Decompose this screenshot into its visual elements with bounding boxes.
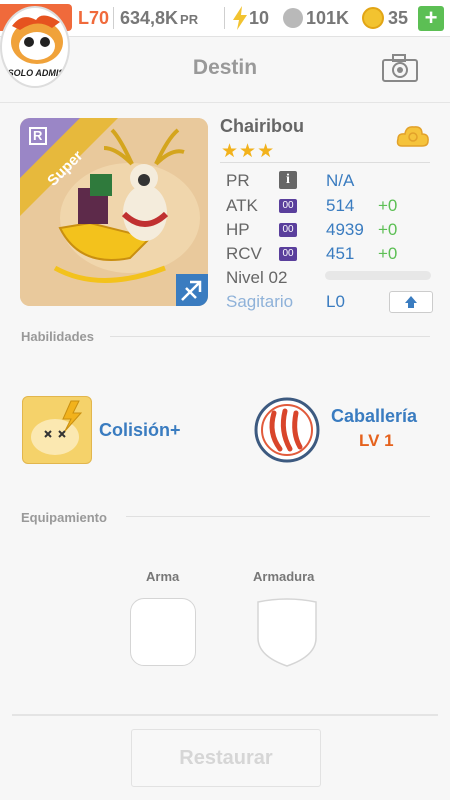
- hp-badge: 00: [279, 223, 297, 237]
- power-unit: PR: [180, 12, 199, 27]
- divider: [110, 336, 430, 337]
- paw-icon: [283, 8, 303, 28]
- atk-value: 514: [326, 196, 355, 215]
- coin-icon: [362, 7, 384, 29]
- divider: [12, 714, 438, 716]
- leader-skill-name[interactable]: Caballería: [331, 406, 417, 427]
- atk-badge: 00: [279, 199, 297, 213]
- pr-value: N/A: [326, 171, 355, 190]
- zodiac-level: L0: [326, 292, 345, 311]
- hp-label: HP: [226, 220, 250, 239]
- leader-skill-level: LV 1: [359, 431, 394, 450]
- paw-count: 101K: [306, 8, 350, 28]
- hp-value: 4939: [326, 220, 364, 239]
- active-skill-icon[interactable]: [22, 396, 92, 464]
- energy-count: 10: [249, 8, 270, 28]
- weapon-label: Arma: [146, 569, 180, 584]
- active-skill-name[interactable]: Colisión+: [99, 420, 181, 441]
- hp-bonus: +0: [378, 220, 398, 239]
- star-rating: ★★★: [221, 141, 276, 162]
- atk-bonus: +0: [378, 196, 398, 215]
- zodiac-label[interactable]: Sagitario: [226, 292, 293, 312]
- atk-label: ATK: [226, 196, 258, 215]
- player-level: L70: [78, 8, 110, 28]
- claw-icon[interactable]: [254, 397, 320, 463]
- pet-artwork: [20, 118, 208, 306]
- rcv-value: 451: [326, 244, 355, 263]
- rank-badge: R: [33, 128, 43, 143]
- cloud-icon[interactable]: [396, 124, 430, 150]
- upgrade-zodiac-button[interactable]: [389, 291, 433, 313]
- restore-button[interactable]: Restaurar: [131, 729, 321, 787]
- divider: [224, 7, 225, 29]
- divider: [0, 102, 450, 103]
- equipment-section-title: Equipamiento: [21, 510, 107, 525]
- coin-count: 35: [388, 8, 409, 28]
- info-icon[interactable]: i: [279, 171, 297, 189]
- power-value: 634,8K PR: [120, 8, 198, 29]
- add-coins-button[interactable]: +: [418, 6, 444, 31]
- arrow-up-icon: [405, 296, 417, 308]
- power-number: 634,8K: [120, 8, 179, 28]
- weapon-slot[interactable]: [130, 598, 196, 666]
- pet-name: Chairibou: [220, 116, 304, 136]
- divider: [126, 516, 430, 517]
- pet-portrait[interactable]: Super R: [20, 118, 208, 306]
- pr-label: PR: [226, 171, 250, 190]
- camera-icon[interactable]: [382, 54, 418, 82]
- armor-label: Armadura: [253, 569, 315, 584]
- rcv-bonus: +0: [378, 244, 398, 263]
- rcv-label: RCV: [226, 244, 262, 263]
- rcv-badge: 00: [279, 247, 297, 261]
- experience-bar: [325, 271, 431, 280]
- divider: [113, 7, 114, 29]
- divider: [220, 162, 430, 163]
- skills-section-title: Habilidades: [21, 329, 94, 344]
- level-label: Nivel 02: [226, 268, 288, 287]
- armor-slot[interactable]: [254, 598, 320, 668]
- bolt-icon: [233, 6, 247, 30]
